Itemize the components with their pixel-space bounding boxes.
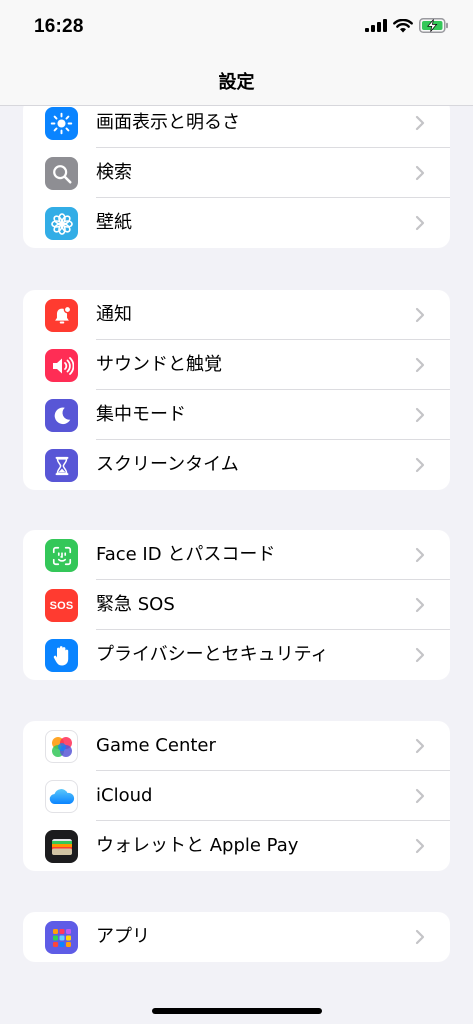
icloud-icon: [45, 780, 78, 813]
settings-row-label: アプリ: [96, 926, 150, 947]
settings-row-screen-time[interactable]: スクリーンタイム: [23, 440, 450, 490]
settings-row-wallpaper[interactable]: 壁紙: [23, 198, 450, 248]
settings-row-icloud[interactable]: iCloud: [23, 771, 450, 821]
chevron-right-icon: [415, 838, 425, 854]
notification-bell-icon: [45, 299, 78, 332]
settings-row-label: 集中モード: [96, 404, 186, 425]
settings-row-notifications[interactable]: 通知: [23, 290, 450, 340]
settings-row-label: iCloud: [96, 785, 153, 806]
sos-icon: SOS: [45, 589, 78, 622]
apps-grid-icon: [45, 921, 78, 954]
chevron-right-icon: [415, 407, 425, 423]
chevron-right-icon: [415, 307, 425, 323]
chevron-right-icon: [415, 457, 425, 473]
settings-row-label: 通知: [96, 304, 132, 325]
status-time: 16:28: [34, 16, 84, 37]
chevron-right-icon: [415, 738, 425, 754]
moon-icon: [45, 399, 78, 432]
chevron-right-icon: [415, 115, 425, 131]
wifi-icon: [393, 18, 413, 32]
settings-row-label: 検索: [96, 162, 132, 183]
settings-row-face-id[interactable]: Face ID とパスコード: [23, 530, 450, 580]
settings-group-notifications: 通知 サウンドと触覚 集中モード スクリーンタイム: [23, 290, 450, 490]
settings-row-label: 緊急 SOS: [96, 594, 175, 615]
settings-row-wallet-apple-pay[interactable]: ウォレットと Apple Pay: [23, 821, 450, 871]
chevron-right-icon: [415, 165, 425, 181]
page-title: 設定: [218, 72, 255, 93]
settings-group-accounts: Game Center iCloud ウォレットと Apple Pay: [23, 721, 450, 871]
home-indicator[interactable]: [152, 1008, 322, 1014]
chevron-right-icon: [415, 547, 425, 563]
chevron-right-icon: [415, 597, 425, 613]
speaker-icon: [45, 349, 78, 382]
settings-row-privacy-security[interactable]: プライバシーとセキュリティ: [23, 630, 450, 680]
wallet-icon: [45, 830, 78, 863]
settings-group-display: 画面表示と明るさ 検索 壁紙: [23, 98, 450, 248]
brightness-sun-icon: [45, 107, 78, 140]
battery-charging-icon: [419, 18, 448, 33]
settings-row-label: ウォレットと Apple Pay: [96, 835, 299, 856]
magnifier-icon: [45, 157, 78, 190]
settings-row-sounds-haptics[interactable]: サウンドと触覚: [23, 340, 450, 390]
game-center-icon: [45, 730, 78, 763]
settings-row-emergency-sos[interactable]: SOS 緊急 SOS: [23, 580, 450, 630]
chevron-right-icon: [415, 929, 425, 945]
hourglass-icon: [45, 449, 78, 482]
navigation-bar: 16:28 設定: [0, 0, 473, 106]
flower-icon: [45, 207, 78, 240]
hand-icon: [45, 639, 78, 672]
settings-row-apps[interactable]: アプリ: [23, 912, 450, 962]
face-id-icon: [45, 539, 78, 572]
settings-row-label: スクリーンタイム: [96, 454, 239, 475]
sos-icon-text: SOS: [49, 599, 74, 612]
settings-row-label: プライバシーとセキュリティ: [96, 644, 329, 665]
settings-row-game-center[interactable]: Game Center: [23, 721, 450, 771]
chevron-right-icon: [415, 647, 425, 663]
settings-row-label: サウンドと触覚: [96, 354, 222, 375]
chevron-right-icon: [415, 788, 425, 804]
chevron-right-icon: [415, 215, 425, 231]
settings-row-label: Game Center: [96, 735, 216, 756]
settings-row-search[interactable]: 検索: [23, 148, 450, 198]
settings-group-apps: アプリ: [23, 912, 450, 962]
settings-row-label: Face ID とパスコード: [96, 544, 276, 565]
status-icons: [365, 18, 449, 33]
settings-group-security: Face ID とパスコード SOS 緊急 SOS プライバシーとセキュリティ: [23, 530, 450, 680]
chevron-right-icon: [415, 357, 425, 373]
settings-row-label: 壁紙: [96, 212, 132, 233]
settings-row-focus[interactable]: 集中モード: [23, 390, 450, 440]
cellular-signal-icon: [365, 19, 387, 32]
